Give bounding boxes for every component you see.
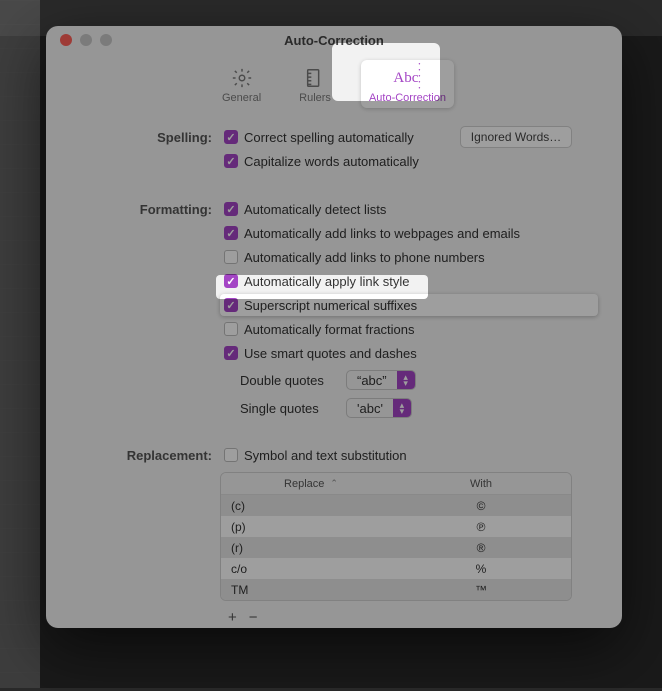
opt-capitalize: Capitalize words automatically [244, 154, 419, 169]
chevron-updown-icon: ▴▾ [397, 371, 415, 389]
opt-correct-spelling: Correct spelling automatically [244, 130, 414, 145]
tab-rulers[interactable]: Rulers [291, 60, 339, 108]
chevron-updown-icon: ▴▾ [393, 399, 411, 417]
opt-smart-quotes: Use smart quotes and dashes [244, 346, 417, 361]
chk-detect-lists[interactable] [224, 202, 238, 216]
zoom-window-button[interactable] [100, 34, 112, 46]
chk-correct-spelling[interactable] [224, 130, 238, 144]
close-window-button[interactable] [60, 34, 72, 46]
tab-auto-correction[interactable]: Abc• • • • • Auto-Correction [361, 60, 454, 108]
single-quotes-value: 'abc' [347, 401, 393, 416]
tab-label: General [222, 92, 261, 104]
chk-links-phone[interactable] [224, 250, 238, 264]
table-row[interactable]: (r)® [221, 537, 571, 558]
opt-superscript: Superscript numerical suffixes [244, 298, 417, 313]
table-row[interactable]: c/o% [221, 558, 571, 579]
cell-replace: (p) [221, 520, 391, 534]
single-quotes-select[interactable]: 'abc' ▴▾ [346, 398, 412, 418]
spelling-section-label: Spelling: [70, 126, 220, 174]
abc-icon: Abc• • • • • [395, 66, 419, 90]
cell-replace: (c) [221, 499, 391, 513]
opt-link-style: Automatically apply link style [244, 274, 409, 289]
chk-smart-quotes[interactable] [224, 346, 238, 360]
chk-links-web[interactable] [224, 226, 238, 240]
chk-link-style[interactable] [224, 274, 238, 288]
replacement-table: Replace ⌃ With (c)©(p)℗(r)®c/o%TM™ [220, 472, 572, 601]
double-quotes-value: “abc” [347, 373, 397, 388]
table-row[interactable]: TM™ [221, 579, 571, 600]
single-quotes-label: Single quotes [240, 401, 336, 416]
formatting-section-label: Formatting: [70, 198, 220, 420]
add-row-button[interactable]: + [228, 609, 237, 626]
chk-fractions[interactable] [224, 322, 238, 336]
chk-superscript[interactable] [224, 298, 238, 312]
opt-detect-lists: Automatically detect lists [244, 202, 386, 217]
opt-fractions: Automatically format fractions [244, 322, 415, 337]
replacement-section-label: Replacement: [70, 444, 220, 628]
ruler-icon [303, 66, 327, 90]
cell-with: ℗ [391, 520, 571, 534]
cell-with: © [391, 499, 571, 513]
minimize-window-button[interactable] [80, 34, 92, 46]
col-with[interactable]: With [391, 478, 571, 490]
remove-row-button[interactable]: − [249, 609, 258, 626]
sort-icon: ⌃ [330, 478, 338, 489]
gear-icon [230, 66, 254, 90]
cell-with: % [391, 562, 571, 576]
titlebar: Auto-Correction [46, 26, 622, 54]
preferences-window: Auto-Correction General Rulers Abc• • • … [46, 26, 622, 628]
opt-links-web: Automatically add links to webpages and … [244, 226, 520, 241]
cell-replace: (r) [221, 541, 391, 555]
preferences-tabs: General Rulers Abc• • • • • Auto-Correct… [46, 54, 622, 118]
chk-capitalize[interactable] [224, 154, 238, 168]
window-title: Auto-Correction [46, 33, 622, 48]
opt-links-phone: Automatically add links to phone numbers [244, 250, 485, 265]
table-row[interactable]: (p)℗ [221, 516, 571, 537]
cell-replace: c/o [221, 562, 391, 576]
col-replace[interactable]: Replace [284, 478, 324, 490]
double-quotes-label: Double quotes [240, 373, 336, 388]
tab-general[interactable]: General [214, 60, 269, 108]
table-row[interactable]: (c)© [221, 495, 571, 516]
ignored-words-button[interactable]: Ignored Words… [460, 126, 573, 148]
cell-replace: TM [221, 583, 391, 597]
opt-symbol-substitution: Symbol and text substitution [244, 448, 407, 463]
cell-with: ™ [391, 583, 571, 597]
chk-symbol-substitution[interactable] [224, 448, 238, 462]
cell-with: ® [391, 541, 571, 555]
tab-label: Rulers [299, 92, 331, 104]
double-quotes-select[interactable]: “abc” ▴▾ [346, 370, 416, 390]
tab-label: Auto-Correction [369, 92, 446, 104]
